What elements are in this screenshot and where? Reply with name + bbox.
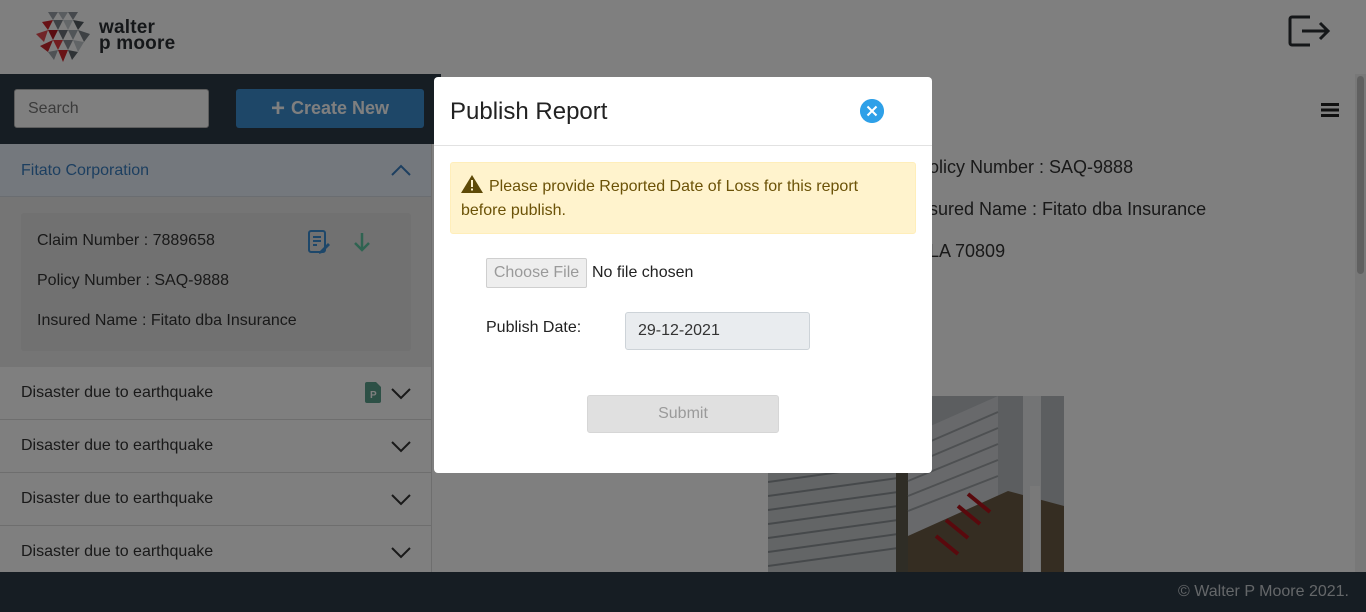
publish-report-modal: Publish Report Please provide Reported D…: [434, 77, 932, 473]
close-icon[interactable]: [860, 99, 884, 123]
publish-date-label: Publish Date:: [486, 319, 582, 336]
warning-icon: [461, 175, 483, 193]
warning-alert: Please provide Reported Date of Loss for…: [450, 162, 916, 234]
publish-date-input[interactable]: [625, 312, 810, 350]
submit-button[interactable]: Submit: [587, 395, 779, 433]
file-status-text: No file chosen: [592, 264, 694, 281]
choose-file-button[interactable]: Choose File: [486, 258, 587, 288]
modal-title: Publish Report: [450, 98, 608, 125]
modal-header: Publish Report: [434, 77, 932, 146]
warning-text: Please provide Reported Date of Loss for…: [461, 178, 859, 219]
file-upload: Choose File No file chosen: [486, 258, 693, 288]
